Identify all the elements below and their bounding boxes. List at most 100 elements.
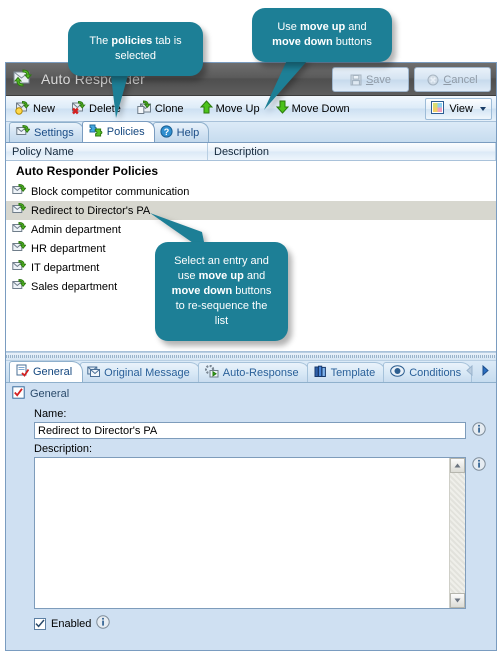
titlebar-button-group: Save Cancel: [332, 67, 491, 92]
callout-2-line1-pre: Use: [277, 21, 300, 33]
policy-icon: [12, 240, 27, 257]
column-header-policy-name[interactable]: Policy Name: [6, 143, 208, 160]
new-policy-icon: [15, 100, 30, 118]
callout-3-line1: Select an entry and: [174, 255, 269, 267]
save-button[interactable]: Save: [332, 67, 409, 92]
tab-conditions[interactable]: Conditions: [383, 362, 473, 382]
callout-1-line2: selected: [115, 50, 156, 62]
clone-policy-icon: [137, 99, 152, 118]
info-icon[interactable]: [472, 457, 486, 474]
auto-response-icon: [204, 364, 219, 381]
policy-icon: [12, 259, 27, 276]
scroll-down-icon[interactable]: [450, 593, 465, 608]
name-input[interactable]: [34, 422, 466, 439]
toolbar-new-button[interactable]: New: [8, 97, 62, 120]
enabled-checkbox[interactable]: [34, 617, 46, 630]
settings-icon: [16, 124, 31, 141]
detail-group-label: General: [30, 388, 70, 400]
scroll-up-icon[interactable]: [450, 458, 465, 473]
policy-name-cell: IT department: [31, 261, 100, 274]
tab-nav-group: [465, 364, 490, 379]
cancel-button[interactable]: Cancel: [414, 67, 491, 92]
table-row[interactable]: Redirect to Director's PA: [6, 201, 496, 220]
pane-splitter[interactable]: [6, 352, 496, 361]
tab-general[interactable]: General: [9, 361, 84, 382]
column-header-description[interactable]: Description: [208, 143, 496, 160]
general-checkbox-icon: [12, 386, 25, 402]
policy-icon: [12, 278, 27, 295]
callout-2-line2-bold: move down: [272, 36, 333, 48]
policy-icon: [12, 183, 27, 200]
delete-policy-icon: [71, 100, 86, 118]
callout-policies-tab: The policies tab is selected: [68, 22, 203, 76]
tab-original-message[interactable]: Original Message: [80, 362, 201, 382]
callout-3-line4: to re-sequence the: [175, 300, 268, 312]
description-scrollbar[interactable]: [449, 458, 465, 608]
list-column-header: Policy Name Description: [6, 143, 496, 161]
info-icon[interactable]: [472, 422, 486, 439]
tab-settings[interactable]: Settings: [9, 122, 84, 142]
cancel-circle-icon: [427, 74, 439, 86]
policy-group-header: Auto Responder Policies: [16, 164, 159, 178]
policies-puzzle-icon: [89, 124, 103, 140]
tab-general-label: General: [33, 366, 73, 378]
message-icon: [87, 365, 101, 380]
callout-3-line2-bold: move up: [198, 270, 244, 282]
policy-icon: [12, 221, 27, 238]
callout-move-buttons-tail: [264, 58, 308, 110]
tab-policies[interactable]: Policies: [81, 121, 155, 142]
description-field-wrapper: [34, 457, 466, 609]
callout-2-line2-post: buttons: [332, 36, 372, 48]
view-palette-icon: [431, 101, 445, 117]
tab-auto-response-label: Auto-Response: [222, 366, 299, 379]
info-icon[interactable]: [96, 615, 111, 632]
table-row[interactable]: Block competitor communication: [6, 182, 496, 201]
enabled-label: Enabled: [51, 617, 92, 630]
conditions-icon: [390, 365, 406, 380]
toolbar-clone-button[interactable]: Clone: [130, 97, 191, 120]
callout-3-line3-post: buttons: [232, 285, 272, 297]
floppy-disk-icon: [350, 74, 362, 86]
tab-template-label: Template: [330, 366, 376, 379]
enabled-row: Enabled: [34, 615, 496, 632]
callout-move-buttons: Use move up and move down buttons: [252, 8, 392, 62]
save-button-label: Save: [365, 73, 392, 86]
description-field-row: [34, 457, 496, 609]
cancel-button-label: Cancel: [443, 73, 478, 86]
detail-tabstrip: General Original Message Auto-Response T…: [6, 361, 496, 383]
callout-3-line3-bold: move down: [171, 285, 233, 297]
template-books-icon: [314, 365, 327, 381]
tab-policies-label: Policies: [106, 126, 145, 138]
right-arrow-icon[interactable]: [481, 364, 490, 379]
toolbar: New Delete Clone Move Up Move Down View: [6, 96, 496, 122]
callout-3-line5: list: [214, 315, 229, 327]
general-icon: [16, 364, 30, 380]
main-tabstrip: Settings Policies ? Help: [6, 121, 496, 143]
tab-settings-label: Settings: [34, 126, 74, 139]
svg-text:?: ?: [163, 127, 169, 137]
table-row[interactable]: Admin department: [6, 220, 496, 239]
scrollbar-track[interactable]: [450, 473, 465, 593]
tab-help[interactable]: ? Help: [152, 122, 210, 142]
toolbar-move-up-button[interactable]: Move Up: [193, 97, 267, 120]
name-field-row: [34, 422, 496, 439]
callout-resequence: Select an entry and use move up and move…: [155, 242, 288, 341]
toolbar-move-up-label: Move Up: [215, 102, 260, 115]
arrow-up-icon: [199, 100, 213, 117]
tab-auto-response[interactable]: Auto-Response: [197, 362, 310, 382]
left-arrow-icon[interactable]: [465, 364, 474, 379]
policy-name-cell: Sales department: [31, 280, 118, 293]
policy-name-cell: Admin department: [31, 223, 121, 236]
name-label: Name:: [34, 408, 67, 420]
policy-icon: [12, 202, 27, 219]
description-input[interactable]: [35, 458, 449, 608]
tab-template[interactable]: Template: [306, 362, 387, 382]
policy-name-cell: Redirect to Director's PA: [31, 204, 151, 217]
policy-name-cell: HR department: [31, 242, 106, 255]
description-label: Description:: [34, 443, 93, 455]
mail-arrows-icon: [12, 68, 34, 91]
callout-2-line1-bold: move up: [299, 21, 346, 33]
toolbar-new-label: New: [33, 102, 56, 115]
detail-pane: General Original Message Auto-Response T…: [6, 361, 496, 646]
view-button[interactable]: View: [425, 98, 492, 120]
